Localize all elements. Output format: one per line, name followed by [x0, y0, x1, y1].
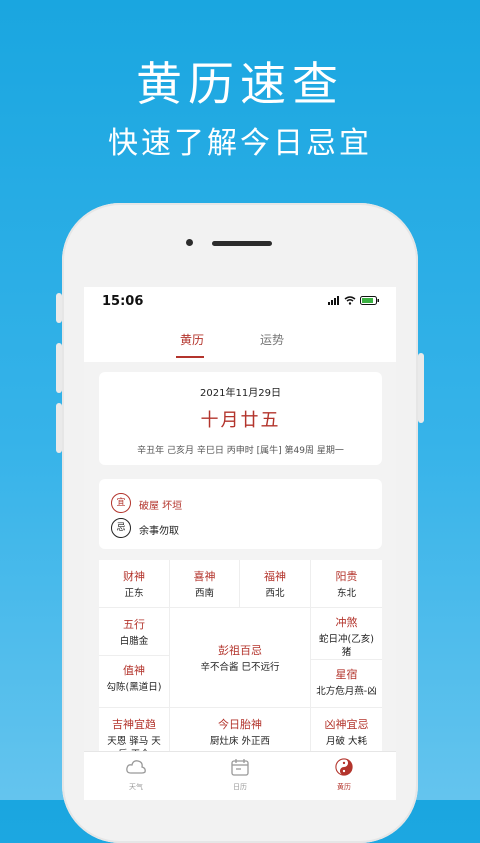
pengzu-value: 辛不合酱 巳不远行: [200, 662, 280, 673]
nav-weather[interactable]: 天气: [106, 758, 166, 792]
nav-calendar[interactable]: 日历: [210, 758, 270, 792]
nav-huangli-label: 黄历: [337, 783, 351, 791]
yi-text: 破屋 坏垣: [139, 501, 183, 512]
yanggui-title: 阳贵: [335, 570, 358, 583]
xishen-title: 喜神: [193, 570, 216, 583]
nav-huangli[interactable]: 黄历: [314, 758, 374, 792]
status-bar: 15:06: [84, 287, 396, 317]
nav-calendar-label: 日历: [233, 783, 247, 791]
zhishen-cell: 值神 勾陈(黑道日): [99, 656, 170, 708]
zhishen-value: 勾陈(黑道日): [106, 682, 162, 693]
taishen-title: 今日胎神: [218, 718, 262, 731]
status-time: 15:06: [102, 294, 144, 309]
mute-switch: [56, 293, 62, 323]
taishen-value: 厨灶床 外正西: [209, 736, 271, 747]
chongsha-cell: 冲煞 蛇日冲(乙亥)猪: [311, 608, 382, 660]
wuxing-title: 五行: [123, 618, 145, 631]
zhishen-title: 值神: [123, 664, 145, 677]
xingxiu-value: 北方危月燕-凶: [316, 686, 377, 697]
lunar-date: 十月廿五: [200, 410, 281, 431]
front-camera: [186, 239, 193, 246]
solar-date: 2021年11月29日: [200, 388, 281, 399]
jishen-title: 吉神宜趋: [112, 718, 156, 731]
xishen-cell: 喜神 西南: [170, 560, 240, 608]
ji-text: 余事勿取: [139, 526, 179, 537]
xiongshen-title: 凶神宜忌: [324, 718, 369, 731]
yanggui-value: 东北: [336, 588, 356, 599]
bottom-nav: 天气 日历 黄历: [84, 751, 396, 800]
app-screen: 15:06 黄历 运势 2021年11月29日 十月廿五 辛丑年 己亥月 辛巳日…: [84, 287, 396, 800]
xingxiu-title: 星宿: [335, 668, 358, 681]
chongsha-value: 蛇日冲(乙亥)猪: [319, 634, 374, 658]
caishen-value: 正东: [124, 588, 144, 599]
status-icons: [328, 296, 380, 305]
promo-title: 黄历速查: [136, 57, 344, 111]
nav-weather-label: 天气: [129, 783, 143, 791]
ji-badge: 忌: [111, 518, 131, 538]
battery-charging-icon: [360, 296, 379, 305]
volume-down-button: [56, 403, 62, 453]
volume-up-button: [56, 343, 62, 393]
promo-subtitle: 快速了解今日忌宜: [108, 126, 372, 161]
caishen-title: 财神: [123, 570, 145, 583]
chongsha-title: 冲煞: [335, 616, 358, 629]
top-tabs: 黄历 运势: [84, 317, 396, 362]
yanggui-cell: 阳贵 东北: [311, 560, 382, 608]
caishen-cell: 财神 正东: [99, 560, 170, 608]
ganzhi-info: 辛丑年 己亥月 辛巳日 丙申时 [属牛] 第49周 星期一: [137, 446, 344, 456]
signal-icon: [328, 296, 339, 305]
yi-ji-card: 宜 破屋 坏垣 忌 余事勿取: [99, 479, 382, 549]
wuxing-value: 白腊金: [119, 636, 149, 647]
date-card: 2021年11月29日 十月廿五 辛丑年 己亥月 辛巳日 丙申时 [属牛] 第4…: [99, 372, 382, 465]
tab-active-indicator: [176, 356, 204, 358]
fushen-cell: 福神 西北: [240, 560, 311, 608]
cloud-icon: [126, 760, 146, 774]
yi-badge: 宜: [111, 493, 131, 513]
pengzu-cell: 彭祖百忌 辛不合酱 巳不远行: [170, 608, 311, 708]
pengzu-title: 彭祖百忌: [218, 644, 262, 657]
wuxing-cell: 五行 白腊金: [99, 608, 170, 656]
power-button: [418, 353, 424, 423]
xiongshen-value: 月破 大耗: [325, 736, 368, 747]
fushen-value: 西北: [265, 588, 285, 599]
tab-huangli[interactable]: 黄历: [180, 331, 204, 348]
wifi-icon: [344, 296, 356, 305]
tab-yunshi[interactable]: 运势: [260, 331, 284, 348]
xingxiu-cell: 星宿 北方危月燕-凶: [311, 660, 382, 708]
xishen-value: 西南: [194, 588, 214, 599]
fushen-title: 福神: [264, 570, 286, 583]
taiji-icon: [335, 758, 353, 776]
earpiece-speaker: [212, 241, 272, 246]
calendar-icon: [231, 759, 249, 776]
